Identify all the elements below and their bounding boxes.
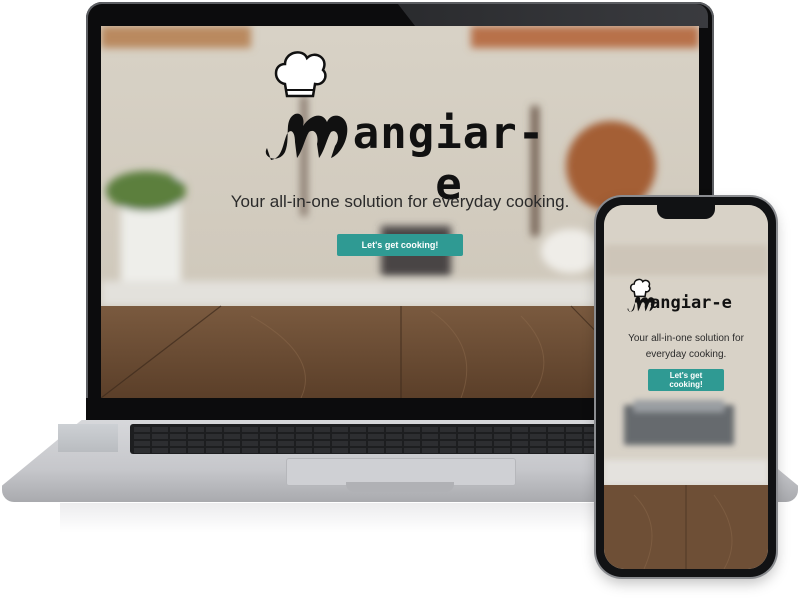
phone-brand-name: angiar-e — [650, 293, 732, 313]
laptop-lid-glare — [398, 4, 708, 28]
phone-get-cooking-button[interactable]: Let's get cooking! — [648, 369, 724, 391]
get-cooking-button[interactable]: Let's get cooking! — [337, 234, 463, 256]
laptop-keyboard — [130, 424, 670, 454]
laptop-opening-notch — [346, 482, 454, 492]
phone-screen: angiar-e Your all-in-one solution for ev… — [604, 205, 768, 569]
mustache-m-logo-icon — [265, 113, 348, 160]
phone-hero-tagline: Your all-in-one solution for everyday co… — [628, 333, 744, 360]
phone-notch — [657, 205, 715, 219]
brand-logo: angiar-e — [261, 98, 551, 210]
laptop-speaker-left — [58, 424, 118, 452]
